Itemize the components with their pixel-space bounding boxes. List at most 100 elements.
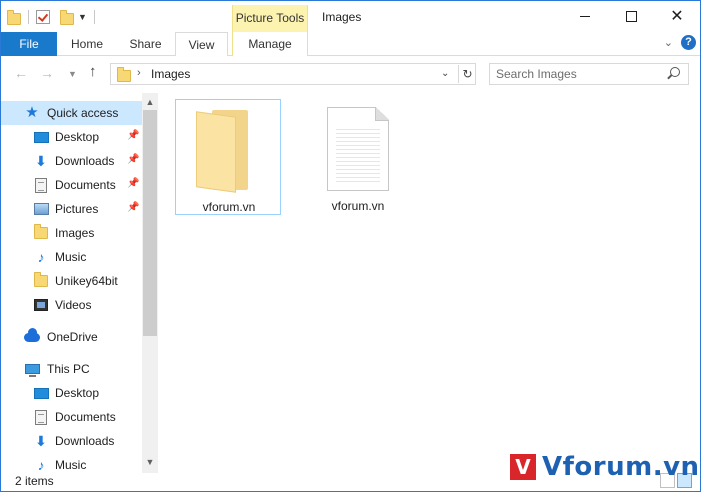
scrollbar-thumb[interactable] [143,110,157,336]
scroll-up-icon[interactable]: ▲ [142,94,158,110]
star-icon: ★ [25,104,39,121]
music-icon: ♪ [37,457,45,473]
sidebar-item-music[interactable]: ♪ Music [1,245,142,269]
pin-icon[interactable]: 📌 [127,154,139,165]
tab-share[interactable]: Share [117,32,174,56]
this-pc-icon [24,361,40,377]
sidebar-item-label: Videos [55,298,92,312]
address-dropdown-icon[interactable]: ⌄ [441,68,449,79]
divider [28,10,29,24]
close-button[interactable]: ✕ [654,1,700,32]
sidebar-item-label: Downloads [55,434,115,448]
ribbon-controls: ⌄ ? [664,35,696,50]
watermark-logo-icon: V [510,454,536,480]
tab-file[interactable]: File [1,32,57,56]
sidebar-item-label: Pictures [55,202,99,216]
pin-icon[interactable]: 📌 [127,178,139,189]
sidebar-item-pc-downloads[interactable]: ⬇ Downloads [1,429,142,453]
item-count: 2 items [15,474,54,488]
properties-icon[interactable] [36,10,50,24]
pin-icon[interactable]: 📌 [127,130,139,141]
documents-icon [33,409,49,425]
maximize-icon [625,11,637,22]
quick-access-toolbar: ▼ [7,7,98,27]
tab-home[interactable]: Home [58,32,116,56]
window-title: Images [322,10,362,24]
breadcrumb-chevron-icon[interactable]: › [137,67,141,79]
tab-view[interactable]: View [175,32,228,57]
sidebar-item-pc-documents[interactable]: Documents [1,405,142,429]
search-icon [670,67,680,77]
folder-item[interactable]: vforum.vn [175,99,281,215]
navigation-pane: ★ Quick access Desktop 📌 ⬇ Downloads 📌 D… [1,93,158,473]
new-folder-icon[interactable] [60,10,74,25]
search-placeholder: Search Images [496,67,577,81]
minimize-button[interactable] [562,1,608,32]
title-bar: ▼ Picture Tools Images ✕ [1,1,700,32]
pin-icon[interactable]: 📌 [127,202,139,213]
file-item[interactable]: vforum.vn [305,99,411,215]
customize-qat-icon[interactable]: ▼ [78,12,87,22]
sidebar-item-label: Desktop [55,386,100,400]
desktop-icon [33,385,49,401]
sidebar-item-images[interactable]: Images [1,221,142,245]
downloads-icon: ⬇ [35,153,47,169]
sidebar-item-label: Documents [55,178,116,192]
explorer-window: ▼ Picture Tools Images ✕ File Home Share… [0,0,701,492]
sidebar-item-quick-access[interactable]: ★ Quick access [1,101,142,125]
picture-tools-header: Picture Tools [232,5,308,32]
file-name: vforum.vn [202,200,256,214]
help-icon[interactable]: ? [681,35,696,50]
breadcrumb[interactable]: Images [151,67,190,81]
ribbon-tabs: File Home Share View Manage ⌄ ? [1,32,700,57]
address-bar[interactable]: › Images ⌄ ↻ [110,63,476,85]
sidebar-item-pc-desktop[interactable]: Desktop [1,381,142,405]
music-icon: ♪ [37,249,45,265]
file-list: vforum.vn vforum.vn [158,93,700,473]
back-arrow-icon[interactable]: ← [14,65,28,81]
watermark-text: Vforum.vn [542,452,700,482]
expand-ribbon-icon[interactable]: ⌄ [664,36,673,49]
sidebar-item-pc-music[interactable]: ♪ Music [1,453,142,473]
sidebar-item-label: Desktop [55,130,100,144]
close-icon: ✕ [670,7,684,25]
downloads-icon: ⬇ [35,433,47,449]
sidebar-item-label: This PC [47,362,90,376]
document-icon [327,107,389,191]
folder-icon [196,110,252,193]
refresh-icon[interactable]: ↻ [458,65,476,83]
navigation-bar: ← → ▼ ↑ › Images ⌄ ↻ Search Images [1,56,700,93]
sidebar-item-label: Images [55,226,95,240]
sidebar-item-label: Downloads [55,154,115,168]
forward-arrow-icon[interactable]: → [40,65,54,81]
documents-icon [33,177,49,193]
tab-manage[interactable]: Manage [232,32,308,56]
videos-icon [33,297,49,313]
sidebar-item-this-pc[interactable]: This PC [1,357,142,381]
pictures-icon [33,201,49,217]
sidebar-item-downloads[interactable]: ⬇ Downloads 📌 [1,149,142,173]
watermark: V Vforum.vn [510,452,700,482]
sidebar-item-label: Music [55,250,87,264]
folder-icon[interactable] [7,10,21,25]
up-arrow-icon[interactable]: ↑ [89,63,97,80]
recent-locations-icon[interactable]: ▼ [68,69,77,79]
sidebar-scrollbar[interactable]: ▲ ▼ [142,93,158,473]
sidebar-item-label: Music [55,458,87,472]
sidebar-item-label: Unikey64bit [55,274,118,288]
folder-icon [117,67,131,82]
file-name: vforum.vn [331,199,385,213]
sidebar-item-documents[interactable]: Documents 📌 [1,173,142,197]
scroll-down-icon[interactable]: ▼ [142,454,158,470]
sidebar-item-label: Quick access [47,106,119,120]
sidebar-item-desktop[interactable]: Desktop 📌 [1,125,142,149]
search-input[interactable]: Search Images [489,63,689,85]
sidebar-item-unikey64bit[interactable]: Unikey64bit [1,269,142,293]
sidebar-item-pictures[interactable]: Pictures 📌 [1,197,142,221]
sidebar-item-onedrive[interactable]: OneDrive [1,325,142,349]
divider [93,10,95,24]
maximize-button[interactable] [608,1,654,32]
desktop-icon [33,129,49,145]
sidebar-item-videos[interactable]: Videos [1,293,142,317]
folder-icon [33,272,49,289]
